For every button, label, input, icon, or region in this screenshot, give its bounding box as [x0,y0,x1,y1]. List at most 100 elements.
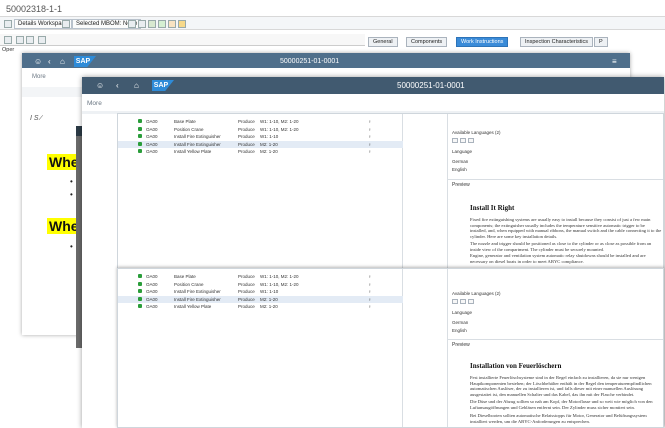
status-indicator-icon [138,289,142,293]
front-shell-bar: ☺ ‹ ⌂ SAP 50000251-01-0001 [82,77,664,94]
language-field-label: Language [452,149,473,154]
tab-inspection-characteristics[interactable]: Inspection Characteristics [520,37,593,47]
operation-code: OA00 [146,134,158,139]
available-languages-label: Available Languages (2) [452,291,501,296]
table-row[interactable]: OA00 Position Crane Produce W1: 1-10, M2: 1… [118,281,403,288]
toolbar-icon[interactable] [128,20,136,28]
tab-work-instructions[interactable]: Work Instructions [456,37,509,47]
table-row[interactable]: OA00 Install Fire Extinguisher Produce W1: … [118,133,403,140]
person-icon: ♀ [368,126,372,132]
preview-paragraph: Die Düse und der Abzug sollten so nah am… [470,399,653,410]
language-option[interactable]: German [452,320,468,325]
toolbar-icon[interactable] [148,20,156,28]
language-option[interactable]: German [452,159,468,164]
language-field-label: Language [452,310,473,315]
home-icon[interactable]: ⌂ [134,81,139,90]
toolbar-icon[interactable] [138,20,146,28]
divider [448,339,663,340]
toolbar-icon[interactable] [4,36,12,44]
toolbar-icon[interactable] [62,20,70,28]
bullet-point: • [70,190,73,199]
delete-icon[interactable] [468,138,474,143]
toolbar-icon[interactable] [16,36,24,44]
operation-code: OA00 [146,296,158,302]
table-row[interactable]: OA00 Install Fire Extinguisher Produce M2: … [118,295,403,303]
toolbar-icon[interactable] [38,36,46,44]
flag-icon[interactable] [158,20,166,28]
table-row[interactable]: OA00 Install Fire Extinguisher Produce M2: … [118,140,403,148]
sap-logo: SAP [74,56,96,67]
operation-code: OA00 [146,289,158,294]
preview-paragraph: Fest installierte Feuerlöschsysteme sind… [470,375,652,397]
add-icon[interactable] [452,299,458,304]
add-icon[interactable] [452,138,458,143]
language-option[interactable]: English [452,328,467,333]
operation-type: Produce [238,296,255,302]
preview-title: Installation von Feuerlöschern [470,362,562,370]
status-indicator-icon [138,304,142,308]
person-icon: ♀ [368,281,372,287]
person-icon: ♀ [368,141,372,147]
more-menu[interactable]: More [87,100,102,107]
sap-logo: SAP [152,80,174,91]
edit-icon[interactable] [460,138,466,143]
operation-qty: W1: 1-10 [260,289,279,294]
table-row[interactable]: OA00 Position Crane Produce W1: 1-10, M2: 1… [118,126,403,133]
back-window-title: 50002318-1-1 [6,4,63,14]
user-icon[interactable]: ☺ [96,81,104,90]
language-option[interactable]: English [452,167,467,172]
operation-code: OA00 [146,141,158,147]
home-icon[interactable]: ⌂ [60,57,65,66]
user-icon[interactable]: ☺ [34,57,42,66]
table-row[interactable]: OA00 Install Yellow Plate Produce M2: 1-20 ♀ [118,148,403,155]
delete-icon[interactable] [468,299,474,304]
table-row[interactable]: OA00 Install Yellow Plate Produce M2: 1-20 ♀ [118,303,403,310]
star-icon[interactable] [178,20,186,28]
table-row[interactable]: OA00 Base Plate Produce W1: 1-10, M2: 1-20 ♀ [118,273,403,280]
status-indicator-icon [138,281,142,286]
operation-desc: Base Plate [174,119,196,124]
edit-icon[interactable] [460,299,466,304]
operation-desc: Install Fire Extinguisher [174,134,221,139]
person-icon: ♀ [368,119,372,124]
operation-code: OA00 [146,304,158,309]
operation-type: Produce [238,141,255,147]
status-indicator-icon [138,296,142,301]
more-menu[interactable]: More [32,74,46,80]
operation-desc: Install Yellow Plate [174,304,212,309]
back-icon[interactable]: ‹ [48,57,51,66]
person-icon: ♀ [368,304,372,309]
tab-components[interactable]: Components [406,37,448,47]
table-row[interactable]: OA00 Install Fire Extinguisher Produce W1: … [118,288,403,295]
operation-desc: Install Fire Extinguisher [174,141,221,147]
operation-desc: Install Fire Extinguisher [174,296,221,302]
tab-general[interactable]: General [368,37,398,47]
flag-icon[interactable] [168,20,176,28]
operation-type: Produce [238,119,255,124]
operation-desc: Install Fire Extinguisher [174,289,221,294]
text-edit-toolbar[interactable]: I S ∕ [30,115,42,122]
middle-shell-title: 50000251-01-0001 [280,58,340,65]
status-indicator-icon [138,149,142,153]
instructions-panel-english: OA00 Base Plate Produce W1: 1-10, M2: 1-20 ♀… [117,113,664,270]
operations-list: OA00 Base Plate Produce W1: 1-10, M2: 1-20 ♀… [118,269,403,427]
person-icon: ♀ [368,134,372,139]
operation-type: Produce [238,274,255,279]
bullet-point: • [70,177,73,186]
operation-code: OA00 [146,119,158,124]
menu-icon[interactable]: ≡ [612,57,617,66]
toolbar-icon[interactable] [4,20,12,28]
status-indicator-icon [138,126,142,131]
operation-type: Produce [238,149,255,154]
front-shell-title: 50000251-01-0001 [397,81,465,90]
back-icon[interactable]: ‹ [116,81,119,90]
preview-paragraph: Fixed fire extinguishing systems are usu… [470,217,662,239]
operation-code: OA00 [146,149,158,154]
table-row[interactable]: OA00 Base Plate Produce W1: 1-10, M2: 1-20 ♀ [118,118,403,125]
tab-p[interactable]: P [594,37,608,47]
oper-label: Oper [2,47,15,53]
toolbar-icon[interactable] [26,36,34,44]
operation-type: Produce [238,289,255,294]
operation-qty: W1: 1-10, M2: 1-20 [260,281,299,287]
language-preview-pane: Available Languages (2) Language German … [448,114,663,269]
